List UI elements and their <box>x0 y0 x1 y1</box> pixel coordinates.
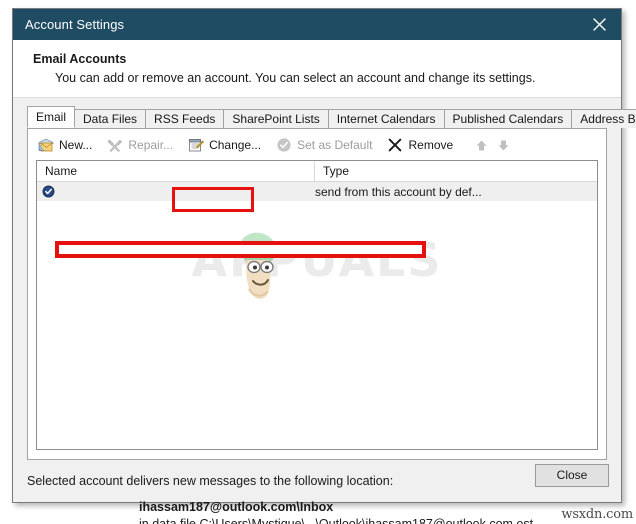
check-circle-icon <box>276 137 292 153</box>
table-row[interactable]: send from this account by def... <box>37 182 597 201</box>
dialog-footer: Close <box>13 456 621 502</box>
account-type-cell: send from this account by def... <box>315 184 482 199</box>
title-bar: Account Settings <box>13 9 621 40</box>
account-settings-dialog: Account Settings Email Accounts You can … <box>12 8 636 524</box>
close-button[interactable]: Close <box>535 464 609 487</box>
tab-strip: Email Data Files RSS Feeds SharePoint Li… <box>27 106 636 128</box>
repair-button-label: Repair... <box>128 138 174 152</box>
close-icon[interactable] <box>577 9 621 40</box>
email-tab-panel: New... Repair... Change... Set as Defaul… <box>27 128 607 460</box>
new-mail-icon <box>38 137 54 153</box>
appuals-face-icon <box>227 227 289 312</box>
set-as-default-button[interactable]: Set as Default <box>272 134 379 156</box>
remove-button[interactable]: Remove <box>383 134 460 156</box>
new-button-label: New... <box>59 138 93 152</box>
delivery-mailbox-path: ihassam187@outlook.com\Inbox <box>139 500 334 514</box>
repair-button[interactable]: Repair... <box>103 134 180 156</box>
site-watermark: wsxdn.com <box>561 507 633 522</box>
new-button[interactable]: New... <box>34 134 99 156</box>
screenshot-root: Account Settings Email Accounts You can … <box>0 0 636 524</box>
account-name-redaction <box>55 241 426 258</box>
arrow-down-icon[interactable] <box>492 134 514 156</box>
tab-email[interactable]: Email <box>27 106 76 128</box>
header-band: Email Accounts You can add or remove an … <box>13 41 621 98</box>
column-header-type[interactable]: Type <box>315 161 597 181</box>
list-header: Name Type <box>37 161 597 182</box>
remove-x-icon <box>387 137 403 153</box>
tab-published-calendars[interactable]: Published Calendars <box>443 109 573 128</box>
set-as-default-label: Set as Default <box>297 138 373 152</box>
page-title: Email Accounts <box>33 52 127 66</box>
change-settings-icon <box>188 137 205 153</box>
tab-sharepoint-lists[interactable]: SharePoint Lists <box>223 109 329 128</box>
change-button[interactable]: Change... <box>184 134 268 156</box>
arrow-up-icon[interactable] <box>470 134 492 156</box>
default-account-check-icon <box>37 185 59 198</box>
tab-address-books[interactable]: Address Books <box>571 109 636 128</box>
window-title: Account Settings <box>25 17 125 32</box>
column-header-name[interactable]: Name <box>37 161 315 181</box>
delivery-data-file-path: in data file C:\Users\Mystique\...\Outlo… <box>139 517 534 524</box>
tab-rss-feeds[interactable]: RSS Feeds <box>145 109 225 128</box>
reorder-arrows <box>470 134 514 156</box>
page-subtitle: You can add or remove an account. You ca… <box>55 71 536 85</box>
accounts-listbox[interactable]: Name Type send from this account by def.… <box>36 160 598 450</box>
tab-internet-calendars[interactable]: Internet Calendars <box>327 109 445 128</box>
dialog-body: Email Accounts You can add or remove an … <box>13 40 636 524</box>
repair-tools-icon <box>107 137 123 153</box>
remove-button-label: Remove <box>408 138 454 152</box>
change-button-label: Change... <box>209 138 262 152</box>
accounts-toolbar: New... Repair... Change... Set as Defaul… <box>28 129 606 159</box>
tab-data-files[interactable]: Data Files <box>74 109 147 128</box>
